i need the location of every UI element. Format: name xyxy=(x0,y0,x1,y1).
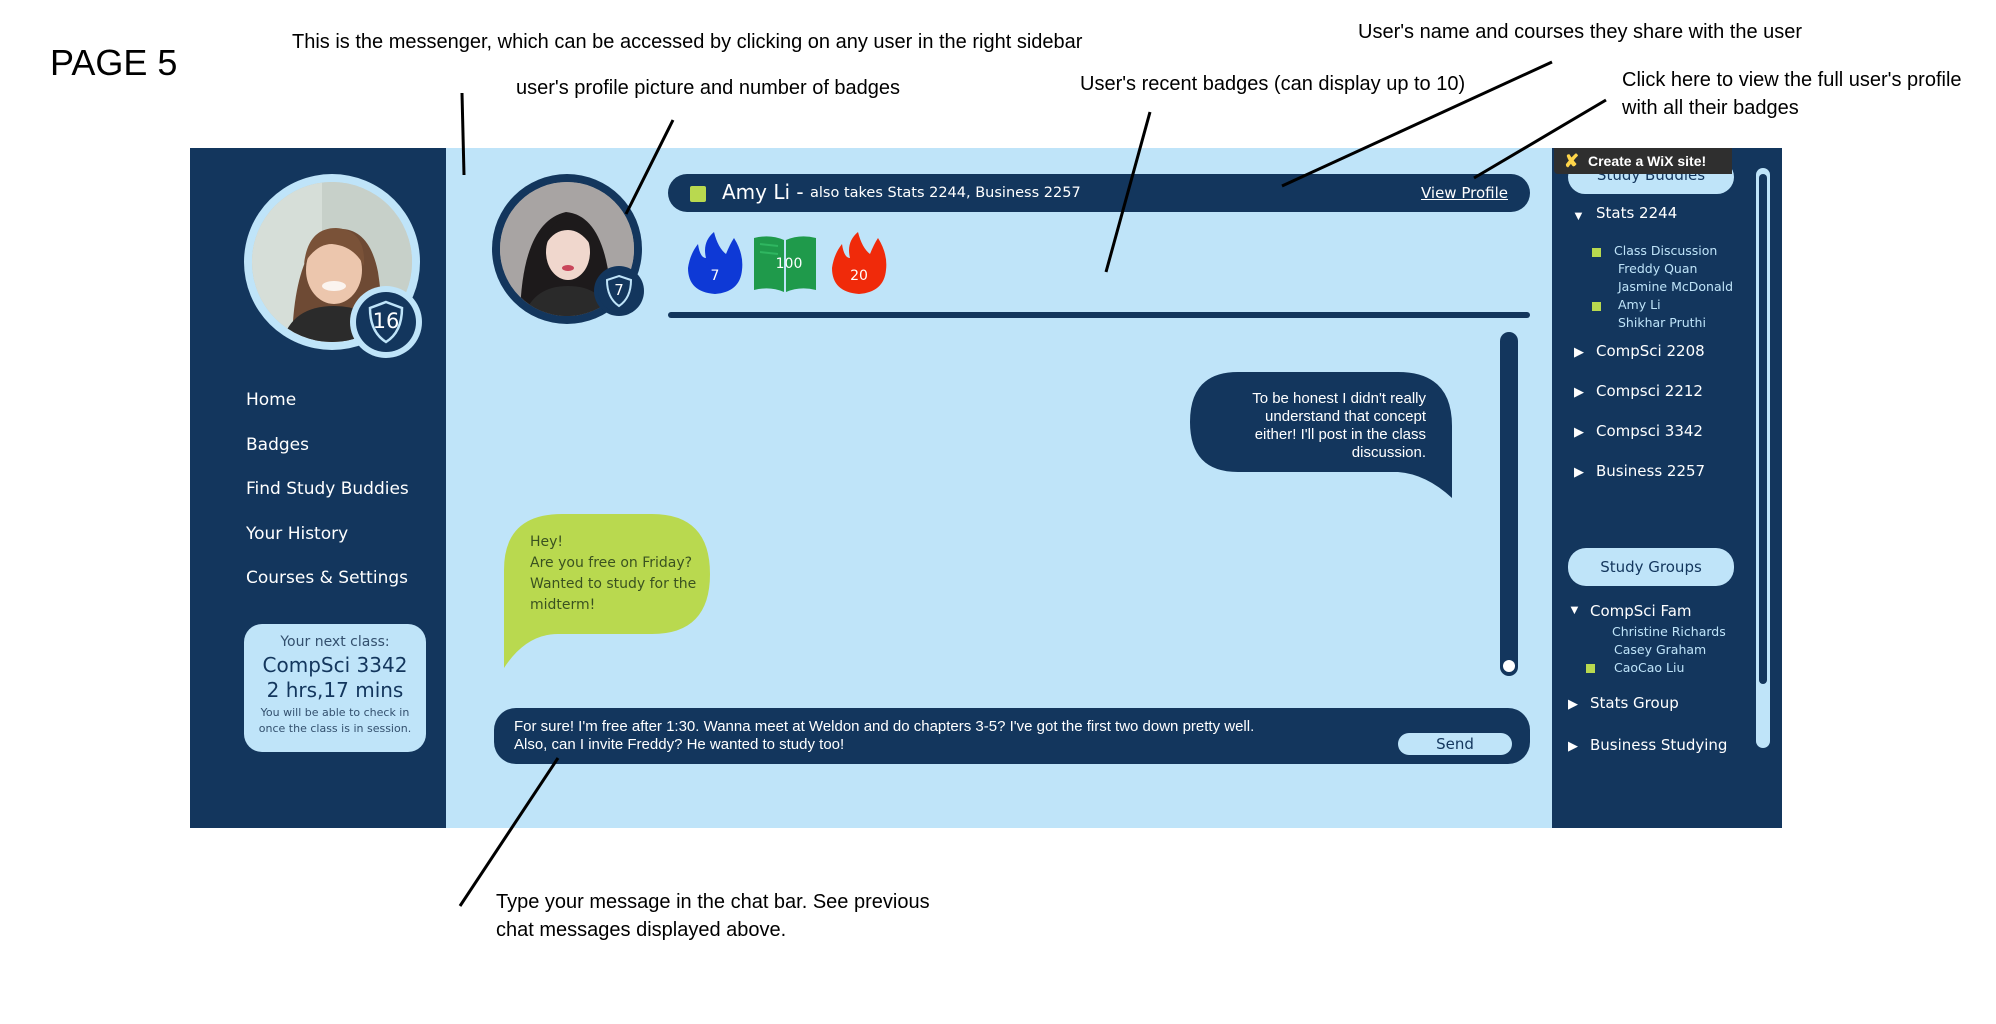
group-stats-group[interactable]: Stats Group xyxy=(1590,694,1679,712)
buddy-group-compsci-2208[interactable]: CompSci 2208 xyxy=(1596,342,1705,360)
my-avatar[interactable]: 16 xyxy=(244,174,422,358)
buddy-group-compsci-3342[interactable]: Compsci 3342 xyxy=(1596,422,1703,440)
header-divider xyxy=(668,312,1530,318)
annotation-chat-bar-2: chat messages displayed above. xyxy=(496,919,787,941)
group-compsci-fam[interactable]: CompSci Fam xyxy=(1590,602,1692,620)
annotation-name-courses: User's name and courses they share with … xyxy=(1358,21,1803,43)
buddy-group-stats-2244[interactable]: Stats 2244 xyxy=(1596,204,1677,222)
annotation-messenger: This is the messenger, which can be acce… xyxy=(292,31,1083,53)
flame-icon xyxy=(832,232,887,294)
member-caocao-liu[interactable]: CaoCao Liu xyxy=(1614,660,1684,675)
view-profile-link[interactable]: View Profile xyxy=(1421,184,1508,202)
chat-input-field[interactable]: For sure! I'm free after 1:30. Wanna mee… xyxy=(514,718,1394,754)
caret-right-icon[interactable]: ▶ xyxy=(1574,424,1584,440)
caret-down-icon[interactable]: ▼ xyxy=(1572,208,1585,223)
next-class-card: Your next class: CompSci 3342 2 hrs,17 m… xyxy=(244,624,426,752)
annotation-view-profile-1: Click here to view the full user's profi… xyxy=(1622,69,1962,91)
nav-find-study-buddies[interactable]: Find Study Buddies xyxy=(246,479,409,524)
page-label: PAGE 5 xyxy=(50,42,178,83)
message-incoming: Hey! Are you free on Friday? Wanted to s… xyxy=(502,514,712,670)
wix-banner-text: Create a WiX site! xyxy=(1588,153,1707,169)
sidebar-scrollbar[interactable] xyxy=(1756,168,1770,748)
member-casey-graham[interactable]: Casey Graham xyxy=(1614,642,1706,657)
wix-logo-icon: ✘ xyxy=(1564,151,1580,171)
annotation-recent-badges: User's recent badges (can display up to … xyxy=(1080,73,1466,95)
next-class-note: You will be able to check in once the cl… xyxy=(244,705,426,737)
caret-down-icon[interactable]: ▼ xyxy=(1568,602,1581,617)
my-badge-count: 16 xyxy=(350,286,422,358)
caret-right-icon[interactable]: ▶ xyxy=(1574,464,1584,480)
badge-flame-red-value: 20 xyxy=(850,268,868,284)
nav-courses-settings[interactable]: Courses & Settings xyxy=(246,568,409,613)
next-class-course: CompSci 3342 xyxy=(262,653,408,677)
sidebar-scrollbar-thumb[interactable] xyxy=(1759,174,1767,684)
left-sidebar: 16 Home Badges Find Study Buddies Your H… xyxy=(190,148,446,828)
messenger-app: 16 Home Badges Find Study Buddies Your H… xyxy=(190,148,1782,828)
wix-banner[interactable]: ✘ Create a WiX site! xyxy=(1554,148,1732,174)
caret-right-icon[interactable]: ▶ xyxy=(1574,344,1584,360)
flame-icon xyxy=(688,232,743,294)
main-nav: Home Badges Find Study Buddies Your Hist… xyxy=(246,390,409,613)
badge-flame-blue-value: 7 xyxy=(710,268,720,284)
chat-user-name: Amy Li - xyxy=(722,180,804,204)
badge-book-green-value: 100 xyxy=(775,256,803,272)
annotation-view-profile-2: with all their badges xyxy=(1622,97,1799,119)
buddy-class-discussion[interactable]: Class Discussion xyxy=(1614,243,1717,258)
send-button[interactable]: Send xyxy=(1398,733,1512,755)
next-class-label: Your next class: xyxy=(280,634,390,650)
shared-courses: also takes Stats 2244, Business 2257 xyxy=(810,185,1081,201)
my-badge-count-value: 16 xyxy=(372,309,400,333)
nav-home[interactable]: Home xyxy=(246,390,409,435)
incoming-message-text: Hey! Are you free on Friday? Wanted to s… xyxy=(530,534,697,613)
nav-your-history[interactable]: Your History xyxy=(246,524,409,569)
next-class-note-line2: once the class is in session. xyxy=(258,722,412,735)
chat-user-bar: Amy Li - also takes Stats 2244, Business… xyxy=(668,174,1530,212)
chat-user-badge-count-value: 7 xyxy=(614,281,624,299)
online-indicator xyxy=(1592,302,1601,311)
caret-right-icon[interactable]: ▶ xyxy=(1568,738,1578,754)
caret-right-icon[interactable]: ▶ xyxy=(1568,696,1578,712)
right-sidebar: Study Buddies ▼ Stats 2244 Class Discuss… xyxy=(1552,148,1782,828)
chat-scrollbar-thumb[interactable] xyxy=(1503,660,1515,672)
caret-right-icon[interactable]: ▶ xyxy=(1574,384,1584,400)
buddy-group-business-2257[interactable]: Business 2257 xyxy=(1596,462,1705,480)
chat-input-bar[interactable]: For sure! I'm free after 1:30. Wanna mee… xyxy=(494,708,1530,764)
nav-badges[interactable]: Badges xyxy=(246,435,409,480)
buddy-freddy-quan[interactable]: Freddy Quan xyxy=(1618,261,1697,276)
chat-user-avatar[interactable]: 7 xyxy=(492,174,644,324)
badge-book-green[interactable]: 100 xyxy=(752,234,818,294)
buddy-shikhar-pruthi[interactable]: Shikhar Pruthi xyxy=(1618,315,1706,330)
online-indicator xyxy=(1586,664,1595,673)
chat-scrollbar[interactable] xyxy=(1500,332,1518,676)
badge-flame-blue[interactable]: 7 xyxy=(684,230,746,296)
next-class-time: 2 hrs,17 mins xyxy=(266,678,404,702)
message-outgoing: To be honest I didn't really understand … xyxy=(1188,370,1456,500)
online-indicator xyxy=(1592,248,1601,257)
study-groups-button[interactable]: Study Groups xyxy=(1568,548,1734,586)
member-christine-richards[interactable]: Christine Richards xyxy=(1612,624,1726,639)
buddy-amy-li[interactable]: Amy Li xyxy=(1618,297,1661,312)
chat-input-line1: For sure! I'm free after 1:30. Wanna mee… xyxy=(514,718,1255,735)
next-class-note-line1: You will be able to check in xyxy=(260,706,410,719)
chat-user-badge-count: 7 xyxy=(594,266,644,316)
chat-input-line2: Also, can I invite Freddy? He wanted to … xyxy=(514,736,845,753)
buddy-jasmine-mcdonald[interactable]: Jasmine McDonald xyxy=(1618,279,1733,294)
online-status-indicator xyxy=(690,186,706,202)
annotation-chat-bar-1: Type your message in the chat bar. See p… xyxy=(496,891,930,913)
buddy-group-compsci-2212[interactable]: Compsci 2212 xyxy=(1596,382,1703,400)
group-business-studying[interactable]: Business Studying xyxy=(1590,736,1727,754)
annotation-profile-picture: user's profile picture and number of bad… xyxy=(516,77,901,99)
badge-flame-red[interactable]: 20 xyxy=(828,230,890,296)
outgoing-message-text: To be honest I didn't really understand … xyxy=(1252,390,1426,461)
